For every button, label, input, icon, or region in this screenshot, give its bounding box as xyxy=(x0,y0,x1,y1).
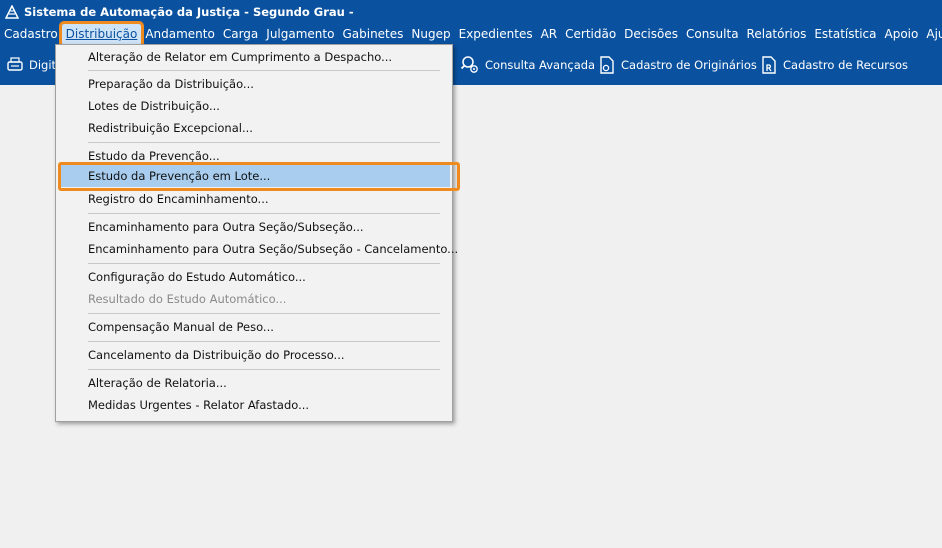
menu-julgamento[interactable]: Julgamento xyxy=(262,24,338,45)
menu-separator xyxy=(88,313,440,314)
menu-bar: Cadastro Distribuição Andamento Carga Ju… xyxy=(0,21,942,48)
menu-andamento[interactable]: Andamento xyxy=(141,24,219,45)
menu-item-encaminhamento-outra-secao[interactable]: Encaminhamento para Outra Seção/Subseção… xyxy=(58,216,450,238)
document-r-icon xyxy=(762,56,776,74)
menu-separator xyxy=(88,142,440,143)
menu-item-configuracao-estudo-automatico[interactable]: Configuração do Estudo Automático... xyxy=(58,266,450,288)
menu-item-alteracao-relator-cumprimento[interactable]: Alteração de Relator em Cumprimento a De… xyxy=(58,46,450,68)
toolbar-consulta-avancada-label: Consulta Avançada xyxy=(485,58,596,72)
menu-item-encaminhamento-cancelamento[interactable]: Encaminhamento para Outra Seção/Subseção… xyxy=(58,238,458,260)
distribuicao-dropdown-menu: Alteração de Relator em Cumprimento a De… xyxy=(55,44,458,422)
menu-certidao[interactable]: Certidão xyxy=(561,24,620,45)
menu-carga[interactable]: Carga xyxy=(219,24,262,45)
menu-item-preparacao-distribuicao[interactable]: Preparação da Distribuição... xyxy=(58,73,450,95)
menu-expedientes[interactable]: Expedientes xyxy=(455,24,537,45)
menu-separator xyxy=(88,213,440,214)
menu-item-alteracao-relatoria[interactable]: Alteração de Relatoria... xyxy=(58,372,450,394)
window-title: Sistema de Automação da Justiça - Segund… xyxy=(24,5,354,19)
toolbar-cadastro-recursos-label: Cadastro de Recursos xyxy=(783,58,909,72)
menu-separator xyxy=(88,263,440,264)
menu-item-registro-encaminhamento[interactable]: Registro do Encaminhamento... xyxy=(58,188,450,210)
menu-item-compensacao-manual-peso[interactable]: Compensação Manual de Peso... xyxy=(58,316,450,338)
toolbar-cadastro-originarios-button[interactable]: Cadastro de Originários xyxy=(598,45,757,85)
menu-distribuicao[interactable]: Distribuição xyxy=(58,21,145,48)
toolbar-digit-label: Digit xyxy=(29,58,57,72)
toolbar-cadastro-recursos-button[interactable]: Cadastro de Recursos xyxy=(760,45,908,85)
toolbar-cadastro-originarios-label: Cadastro de Originários xyxy=(621,58,757,72)
menu-item-redistribuicao-excepcional[interactable]: Redistribuição Excepcional... xyxy=(58,117,450,139)
menu-item-lotes-distribuicao[interactable]: Lotes de Distribuição... xyxy=(58,95,450,117)
gear-search-icon xyxy=(460,56,478,73)
menu-ajuda[interactable]: Ajuda xyxy=(922,24,942,45)
menu-cadastro[interactable]: Cadastro xyxy=(0,24,62,45)
menu-item-estudo-prevencao-lote[interactable]: Estudo da Prevenção em Lote... xyxy=(58,165,450,187)
menu-separator xyxy=(88,70,440,71)
menu-relatorios[interactable]: Relatórios xyxy=(743,24,811,45)
title-bar: Sistema de Automação da Justiça - Segund… xyxy=(0,0,942,24)
toolbar-digit-button[interactable]: Digit xyxy=(6,45,56,85)
menu-separator xyxy=(88,369,440,370)
menu-estatistica[interactable]: Estatística xyxy=(810,24,880,45)
menu-decisoes[interactable]: Decisões xyxy=(620,24,682,45)
menu-item-estudo-prevencao[interactable]: Estudo da Prevenção... xyxy=(58,145,450,167)
document-o-icon xyxy=(600,56,614,74)
menu-gabinetes[interactable]: Gabinetes xyxy=(338,24,407,45)
menu-item-resultado-estudo-automatico: Resultado do Estudo Automático... xyxy=(88,292,287,306)
menu-item-medidas-urgentes[interactable]: Medidas Urgentes - Relator Afastado... xyxy=(58,394,450,416)
app-logo-icon xyxy=(4,4,20,20)
menu-consulta[interactable]: Consulta xyxy=(682,24,743,45)
menu-item-cancelamento-distribuicao[interactable]: Cancelamento da Distribuição do Processo… xyxy=(58,344,450,366)
toolbar-consulta-avancada-button[interactable]: Consulta Avançada xyxy=(460,45,595,85)
menu-separator xyxy=(88,341,440,342)
menu-apoio[interactable]: Apoio xyxy=(881,24,923,45)
scanner-icon xyxy=(7,57,23,71)
menu-ar[interactable]: AR xyxy=(537,24,562,45)
menu-nugep[interactable]: Nugep xyxy=(407,24,454,45)
